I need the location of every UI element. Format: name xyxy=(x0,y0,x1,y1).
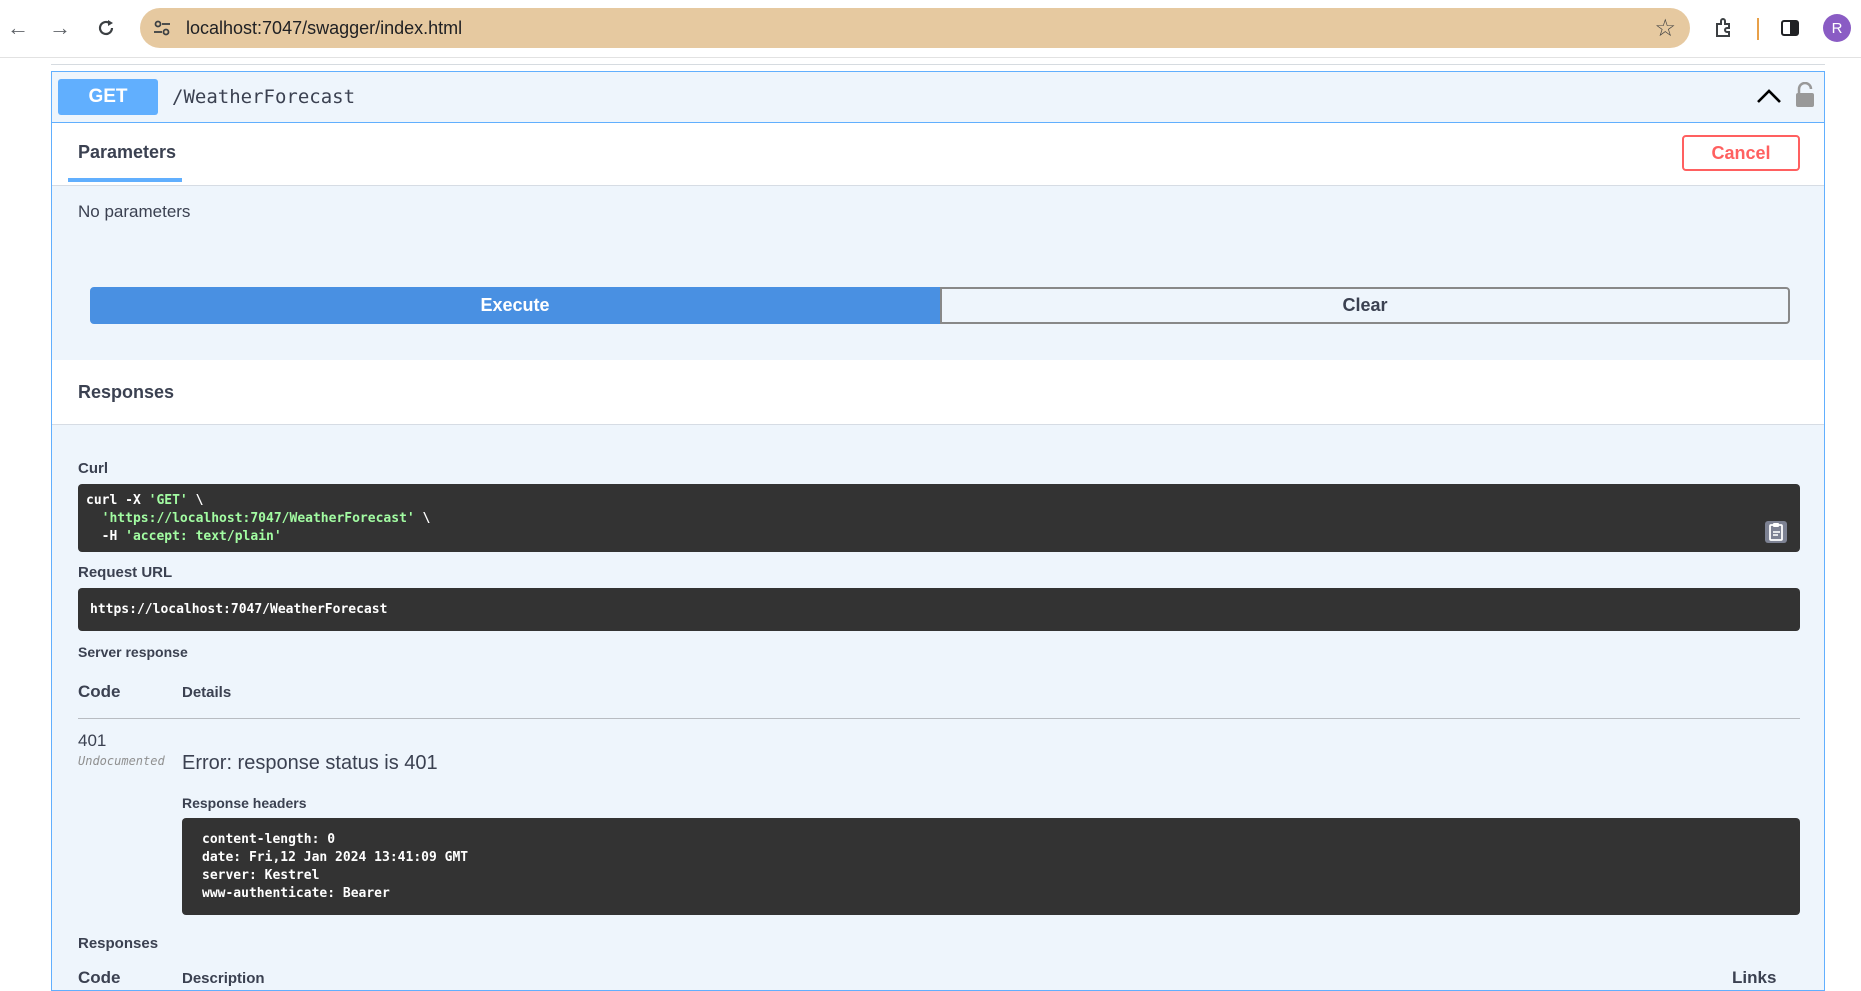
operation-summary[interactable]: GET /WeatherForecast xyxy=(52,72,1824,123)
forward-icon[interactable]: → xyxy=(46,14,74,42)
operation-path: /WeatherForecast xyxy=(172,86,356,108)
header-line: content-length: 0 xyxy=(202,832,336,847)
col-code-header: Code xyxy=(78,682,121,701)
responses-col-description: Description xyxy=(182,970,265,987)
site-settings-icon[interactable] xyxy=(152,18,172,38)
responses-col-code: Code xyxy=(78,968,121,987)
curl-line-2: 'https://localhost:7047/WeatherForecast'… xyxy=(86,511,431,526)
side-panel-icon[interactable] xyxy=(1776,14,1804,42)
status-code: 401 xyxy=(78,731,107,750)
responses-header: Responses xyxy=(52,360,1824,425)
extensions-icon[interactable] xyxy=(1710,14,1738,42)
error-message: Error: response status is 401 xyxy=(182,752,438,774)
curl-line-1: curl -X 'GET' \ xyxy=(86,493,204,508)
responses-title: Responses xyxy=(78,382,175,402)
bookmark-star-icon[interactable]: ☆ xyxy=(1654,14,1676,43)
parameters-header: Parameters Cancel xyxy=(52,123,1824,186)
server-response-label: Server response xyxy=(78,644,188,660)
curl-line-3: -H 'accept: text/plain' xyxy=(86,529,282,544)
back-icon[interactable]: ← xyxy=(4,14,32,42)
address-bar[interactable]: localhost:7047/swagger/index.html ☆ xyxy=(140,8,1690,48)
profile-avatar[interactable]: R xyxy=(1823,14,1851,42)
method-badge: GET xyxy=(58,79,158,115)
cancel-button[interactable]: Cancel xyxy=(1682,135,1800,171)
divider xyxy=(51,64,1825,65)
tab-parameters[interactable]: Parameters xyxy=(78,142,176,163)
table-divider xyxy=(78,718,1800,719)
no-parameters-text: No parameters xyxy=(78,202,191,221)
undocumented-label: Undocumented xyxy=(78,754,165,768)
response-headers-label: Response headers xyxy=(182,795,307,811)
tab-active-indicator xyxy=(68,178,182,182)
execute-wrapper: Execute Clear xyxy=(90,287,1790,324)
operation-block: GET /WeatherForecast Parameters Cancel N… xyxy=(51,71,1825,991)
header-line: server: Kestrel xyxy=(202,868,320,883)
header-line: date: Fri,12 Jan 2024 13:41:09 GMT xyxy=(202,850,469,865)
curl-label: Curl xyxy=(78,460,108,477)
responses-table-label: Responses xyxy=(78,935,159,952)
copy-to-clipboard-icon[interactable] xyxy=(1764,520,1788,544)
col-details-header: Details xyxy=(182,684,232,701)
request-url-box[interactable]: https://localhost:7047/WeatherForecast xyxy=(78,588,1800,631)
curl-code[interactable]: curl -X 'GET' \ 'https://localhost:7047/… xyxy=(78,484,1800,552)
response-headers-box[interactable]: content-length: 0 date: Fri,12 Jan 2024 … xyxy=(182,818,1800,915)
lock-icon[interactable] xyxy=(1794,82,1816,108)
request-url-label: Request URL xyxy=(78,564,173,581)
reload-icon[interactable] xyxy=(92,14,120,42)
url-text[interactable]: localhost:7047/swagger/index.html xyxy=(186,18,462,39)
clear-button[interactable]: Clear xyxy=(940,287,1790,324)
browser-toolbar: ← → localhost:7047/swagger/index.html ☆ … xyxy=(0,0,1861,58)
chevron-up-icon[interactable] xyxy=(1755,84,1783,108)
responses-col-links: Links xyxy=(1732,968,1777,987)
header-line: www-authenticate: Bearer xyxy=(202,886,390,901)
execute-button[interactable]: Execute xyxy=(90,287,940,324)
toolbar-separator xyxy=(1757,18,1759,40)
request-url-value: https://localhost:7047/WeatherForecast xyxy=(90,602,388,617)
